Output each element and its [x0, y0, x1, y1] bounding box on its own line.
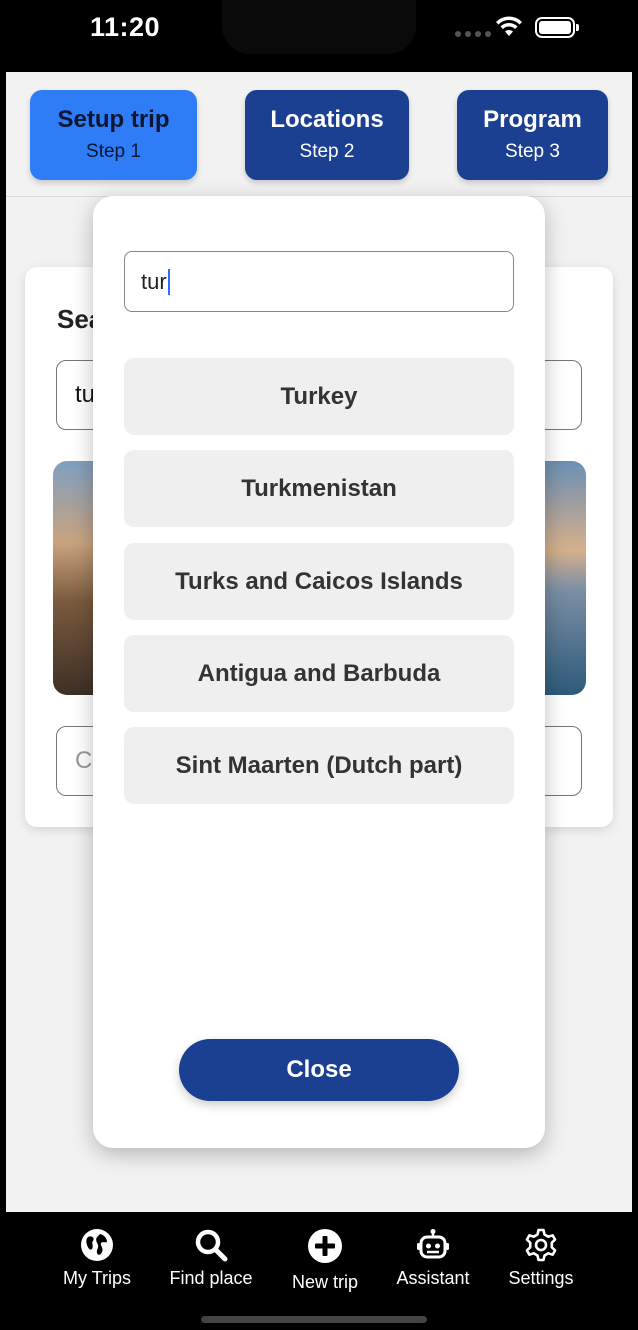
tab-settings[interactable]: Settings [486, 1228, 596, 1289]
tab-my-trips[interactable]: My Trips [42, 1228, 152, 1289]
step-header: Setup trip Step 1 Locations Step 2 Progr… [6, 72, 632, 197]
tab-label: New trip [291, 1272, 358, 1292]
wifi-icon [496, 16, 522, 36]
battery-icon [535, 17, 579, 38]
step-subtitle: Step 1 [86, 141, 141, 162]
country-search-value: tur [141, 268, 167, 294]
tab-label: My Trips [62, 1268, 131, 1288]
text-caret [167, 268, 170, 295]
gear-icon [525, 1228, 557, 1262]
step-subtitle: Step 3 [505, 141, 560, 162]
step-locations-button[interactable]: Locations Step 2 [245, 90, 409, 180]
status-time: 11:20 [90, 12, 161, 42]
tab-label: Assistant [396, 1268, 470, 1288]
step-title: Program [483, 106, 582, 133]
tab-assistant[interactable]: Assistant [378, 1228, 488, 1289]
tab-label: Settings [508, 1268, 574, 1288]
dynamic-island [222, 0, 416, 54]
search-icon [195, 1229, 228, 1262]
country-option[interactable]: Antigua and Barbuda [124, 635, 514, 712]
step-title: Locations [270, 106, 384, 133]
globe-icon [81, 1229, 113, 1261]
tab-find-place[interactable]: Find place [156, 1228, 266, 1289]
plus-circle-icon [308, 1229, 342, 1263]
robot-icon [417, 1229, 449, 1259]
country-picker-modal: tur Turkey Turkmenistan Turks and Caicos… [93, 196, 545, 1148]
country-option[interactable]: Turkey [124, 358, 514, 435]
country-option[interactable]: Sint Maarten (Dutch part) [124, 727, 514, 804]
home-indicator [201, 1316, 427, 1323]
step-setup-trip-button[interactable]: Setup trip Step 1 [30, 90, 197, 180]
country-search-input[interactable]: tur [124, 251, 514, 312]
tab-bar: My Trips Find place New trip Assistant S… [6, 1212, 632, 1330]
cellular-signal-icon [455, 31, 491, 37]
country-option[interactable]: Turkmenistan [124, 450, 514, 527]
tab-label: Find place [169, 1268, 253, 1288]
step-title: Setup trip [57, 106, 170, 133]
step-program-button[interactable]: Program Step 3 [457, 90, 608, 180]
country-option[interactable]: Turks and Caicos Islands [124, 543, 514, 620]
tab-new-trip[interactable]: New trip [270, 1228, 380, 1293]
close-button[interactable]: Close [179, 1039, 459, 1101]
status-bar: 11:20 [0, 0, 638, 72]
step-subtitle: Step 2 [299, 141, 355, 162]
